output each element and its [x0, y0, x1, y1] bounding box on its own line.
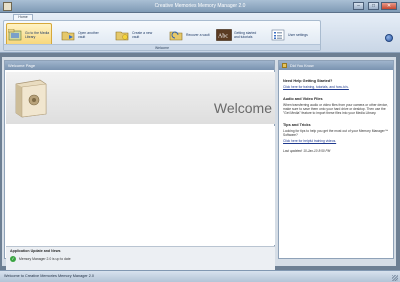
ribbon-item-label: Getting started and tutorials: [234, 30, 257, 39]
main-area: Welcome Page Welcome Application Update …: [2, 57, 396, 270]
abc-tutorial-icon: Abc: [216, 28, 232, 42]
create-vault-icon: [114, 28, 130, 42]
settings-icon: [270, 28, 286, 42]
recover-vault-button[interactable]: Recover a vault: [168, 23, 212, 46]
welcome-content-area: [6, 126, 275, 245]
user-settings-button[interactable]: User settings: [270, 23, 314, 46]
update-status-text: Memory Manager 2.0 is up to date: [19, 257, 71, 261]
resize-grip-icon[interactable]: [392, 275, 398, 281]
create-vault-button[interactable]: Create a new vault: [114, 23, 158, 46]
did-you-know-body: Need Help Getting Started? Click here fo…: [279, 70, 393, 158]
ribbon-group-welcome: Go to the Media Library Open another vau…: [3, 20, 321, 51]
section-text: When transferring audio or video files f…: [283, 103, 388, 115]
did-you-know-title: Did You Know: [290, 63, 314, 68]
status-bar: Welcome to Creative Memories Memory Mana…: [0, 270, 400, 282]
welcome-heading: Welcome: [213, 100, 272, 116]
ribbon: Home Go to the Media Library Open anothe…: [0, 13, 400, 53]
section-title: Need Help Getting Started?: [283, 79, 333, 83]
did-you-know-header: Did You Know: [279, 61, 393, 70]
section-text: Looking for tips to help you get the mos…: [283, 129, 389, 137]
update-news-panel: Application Update and News ✓ Memory Man…: [6, 246, 275, 270]
update-news-title: Application Update and News: [10, 249, 61, 253]
ribbon-item-label: User settings: [288, 32, 308, 37]
minimize-button[interactable]: –: [353, 2, 364, 10]
go-to-media-library-button[interactable]: Go to the Media Library: [6, 23, 52, 46]
open-vault-icon: [60, 28, 76, 42]
title-bar: Creative Memories Memory Manager 2.0 – □…: [0, 0, 400, 13]
recover-vault-icon: [168, 28, 184, 42]
check-icon: ✓: [10, 256, 16, 262]
status-text: Welcome to Creative Memories Memory Mana…: [4, 274, 95, 278]
ribbon-item-label: Create a new vault: [132, 30, 153, 39]
training-videos-link[interactable]: Click here for helpful training videos.: [283, 139, 389, 143]
ribbon-item-label: Go to the Media Library: [25, 30, 50, 39]
media-library-icon: [7, 28, 23, 42]
welcome-pane-header: Welcome Page: [5, 61, 274, 70]
ribbon-group-label: Welcome: [4, 44, 320, 50]
section-title: Audio and Video Files: [283, 97, 323, 101]
section-title: Tips and Tricks: [283, 123, 311, 127]
getting-started-button[interactable]: Abc Getting started and tutorials: [216, 23, 260, 46]
did-you-know-pane: Did You Know Need Help Getting Started? …: [278, 60, 394, 259]
update-status-row: ✓ Memory Manager 2.0 is up to date: [10, 256, 71, 262]
close-button[interactable]: ✕: [381, 2, 397, 10]
ribbon-tab-row: Home: [0, 13, 400, 20]
ribbon-item-label: Open another vault: [78, 30, 99, 39]
welcome-pane: Welcome Page Welcome Application Update …: [4, 60, 275, 270]
welcome-banner: Welcome: [6, 72, 275, 124]
last-updated-text: Last updated: 10-Jan-10 8:50 PM: [283, 149, 331, 153]
help-icon[interactable]: [385, 34, 393, 42]
vault-safe-icon: [12, 78, 48, 118]
svg-text:Abc: Abc: [218, 33, 228, 39]
window-title: Creative Memories Memory Manager 2.0: [154, 3, 246, 9]
open-vault-button[interactable]: Open another vault: [60, 23, 104, 46]
ribbon-item-label: Recover a vault: [186, 32, 210, 37]
lightbulb-icon: [282, 63, 287, 68]
maximize-button[interactable]: □: [368, 2, 379, 10]
training-link[interactable]: Click here for training, tutorials, and …: [283, 85, 389, 89]
